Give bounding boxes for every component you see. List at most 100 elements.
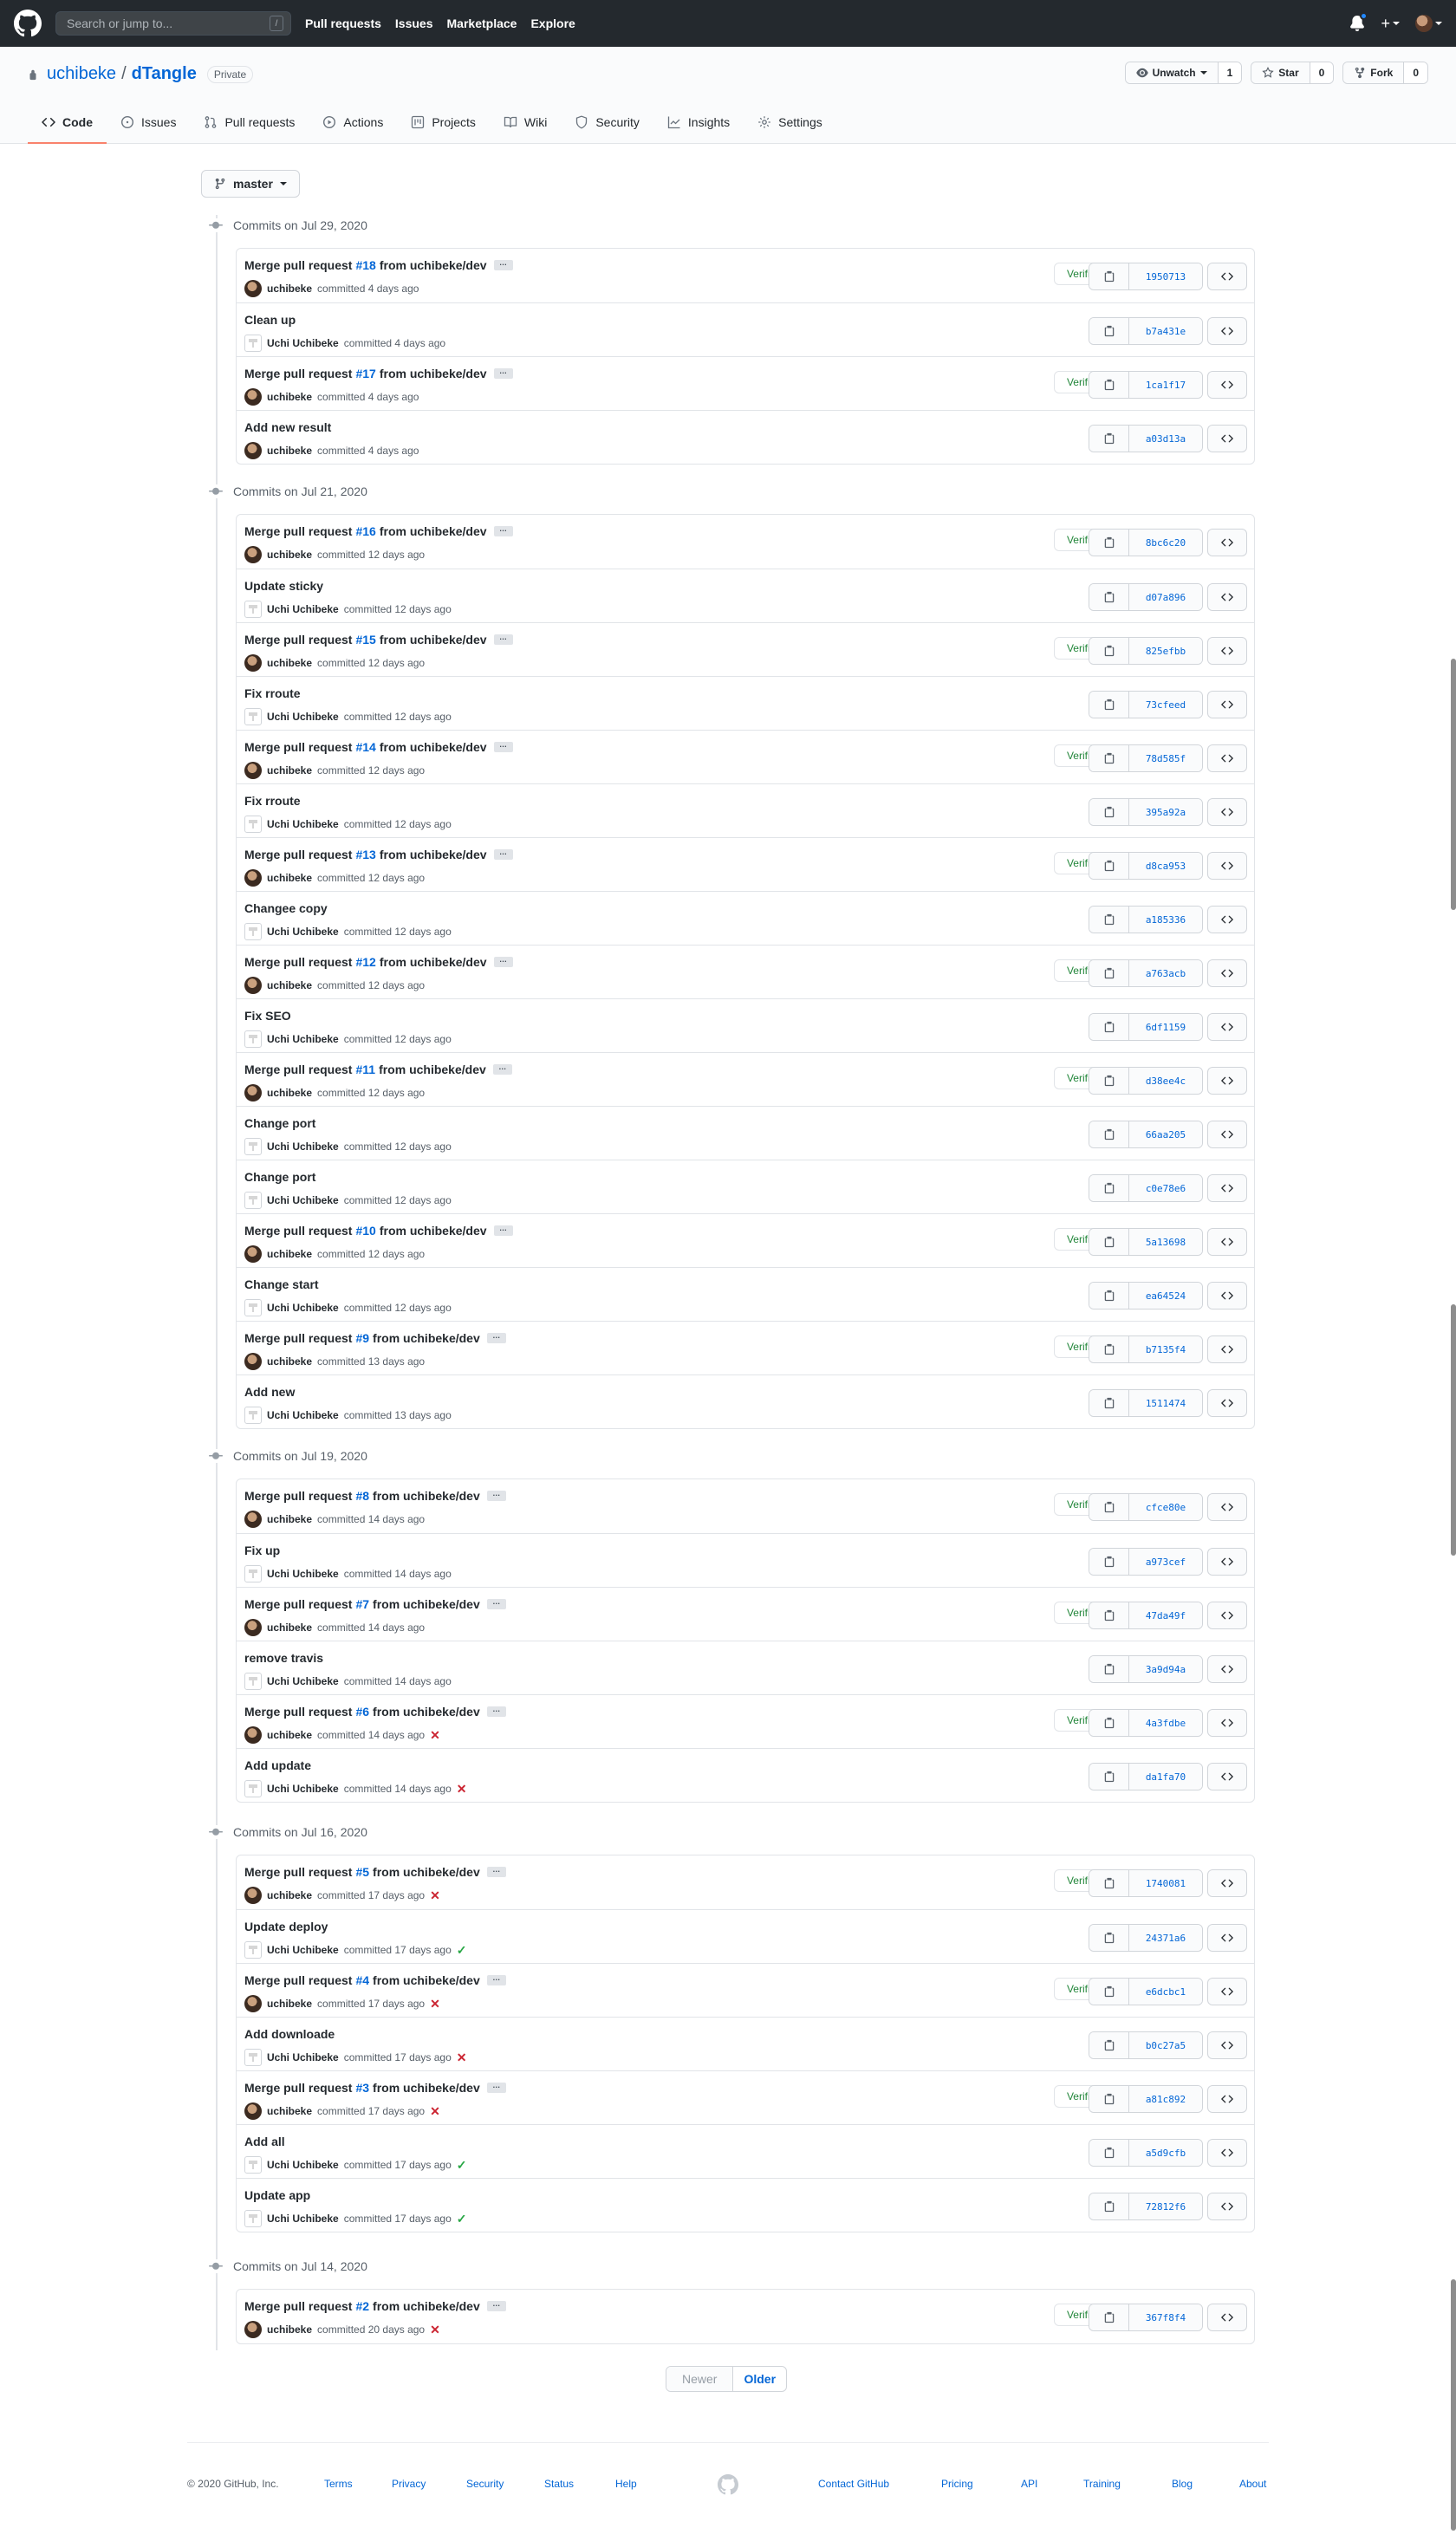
expand-message-button[interactable]: … — [493, 741, 513, 752]
commit-title[interactable]: Merge pull request #17 from uchibeke/dev… — [244, 367, 513, 380]
commit-message-suffix[interactable]: from uchibeke/dev — [380, 1224, 487, 1238]
browse-repo-button[interactable] — [1207, 691, 1247, 718]
commit-sha-link[interactable]: da1fa70 — [1129, 1764, 1202, 1790]
commit-sha-link[interactable]: a185336 — [1129, 907, 1202, 933]
status-fail-icon[interactable]: ✕ — [430, 1997, 440, 2011]
commit-author[interactable]: uchibeke — [267, 657, 312, 669]
commit-title[interactable]: Merge pull request #6 from uchibeke/dev… — [244, 1705, 506, 1719]
commit-author[interactable]: uchibeke — [267, 2105, 312, 2117]
commit-message[interactable]: Merge pull request — [244, 848, 352, 861]
commit-message[interactable]: Update deploy — [244, 1920, 328, 1933]
commit-sha-link[interactable]: 6df1159 — [1129, 1014, 1202, 1040]
commit-message[interactable]: Merge pull request — [244, 1224, 352, 1238]
commit-title[interactable]: Merge pull request #12 from uchibeke/dev… — [244, 955, 513, 969]
commit-sha-link[interactable]: 367f8f4 — [1129, 2304, 1202, 2330]
commit-sha-link[interactable]: 78d585f — [1129, 745, 1202, 771]
copy-sha-button[interactable] — [1089, 2140, 1129, 2166]
browse-repo-button[interactable] — [1207, 798, 1247, 826]
status-pass-icon[interactable]: ✓ — [457, 2212, 467, 2226]
commit-sha-link[interactable]: 72812f6 — [1129, 2193, 1202, 2219]
pull-request-link[interactable]: #15 — [355, 633, 375, 647]
copy-sha-button[interactable] — [1089, 1068, 1129, 1094]
avatar[interactable] — [244, 1084, 262, 1102]
avatar[interactable] — [244, 1030, 262, 1048]
tab-actions[interactable]: Actions — [309, 102, 397, 144]
copy-sha-button[interactable] — [1089, 1870, 1129, 1896]
create-new-dropdown[interactable]: + — [1381, 15, 1400, 33]
commit-message-suffix[interactable]: from uchibeke/dev — [380, 955, 487, 969]
browse-repo-button[interactable] — [1207, 1548, 1247, 1576]
commit-message[interactable]: Add new result — [244, 420, 331, 434]
commit-author[interactable]: Uchi Uchibeke — [267, 1141, 339, 1153]
commit-sha-link[interactable]: a03d13a — [1129, 426, 1202, 452]
footer-link-about[interactable]: About — [1239, 2478, 1266, 2490]
commit-message[interactable]: Change port — [244, 1170, 315, 1184]
browse-repo-button[interactable] — [1207, 371, 1247, 399]
avatar[interactable] — [244, 1619, 262, 1636]
scrollbar-thumb[interactable] — [1451, 659, 1456, 910]
browse-repo-button[interactable] — [1207, 1121, 1247, 1148]
browse-repo-button[interactable] — [1207, 1013, 1247, 1041]
pull-request-link[interactable]: #5 — [355, 1865, 369, 1879]
commit-author[interactable]: uchibeke — [267, 872, 312, 884]
status-fail-icon[interactable]: ✕ — [430, 2323, 440, 2337]
commit-title[interactable]: Change port — [244, 1170, 315, 1184]
commit-author[interactable]: uchibeke — [267, 445, 312, 457]
commit-sha-link[interactable]: d07a896 — [1129, 584, 1202, 610]
commit-author[interactable]: uchibeke — [267, 391, 312, 403]
commit-message-suffix[interactable]: from uchibeke/dev — [373, 1973, 480, 1987]
commit-author[interactable]: uchibeke — [267, 1621, 312, 1634]
commit-sha-link[interactable]: 8bc6c20 — [1129, 530, 1202, 556]
commit-message[interactable]: Merge pull request — [244, 367, 352, 380]
tab-security[interactable]: Security — [561, 102, 653, 144]
nav-pull-requests[interactable]: Pull requests — [305, 16, 381, 30]
commit-message[interactable]: Merge pull request — [244, 2081, 352, 2095]
commit-title[interactable]: Fix SEO — [244, 1009, 291, 1023]
pull-request-link[interactable]: #3 — [355, 2081, 369, 2095]
commit-message[interactable]: Merge pull request — [244, 740, 352, 754]
commit-message[interactable]: Merge pull request — [244, 1597, 352, 1611]
commit-title[interactable]: Change port — [244, 1116, 315, 1130]
avatar[interactable] — [244, 1299, 262, 1316]
browse-repo-button[interactable] — [1207, 906, 1247, 933]
avatar[interactable] — [244, 654, 262, 672]
expand-message-button[interactable]: … — [493, 956, 513, 967]
avatar[interactable] — [244, 1192, 262, 1209]
commit-title[interactable]: Merge pull request #18 from uchibeke/dev… — [244, 258, 513, 272]
commit-title[interactable]: Merge pull request #13 from uchibeke/dev… — [244, 848, 513, 861]
commit-message[interactable]: Fix rroute — [244, 794, 301, 808]
commit-author[interactable]: Uchi Uchibeke — [267, 926, 339, 938]
browse-repo-button[interactable] — [1207, 1493, 1247, 1521]
copy-sha-button[interactable] — [1089, 1549, 1129, 1575]
status-fail-icon[interactable]: ✕ — [430, 1728, 440, 1743]
watch-count[interactable]: 1 — [1218, 62, 1242, 83]
copy-sha-button[interactable] — [1089, 960, 1129, 986]
copy-sha-button[interactable] — [1089, 2193, 1129, 2219]
commit-message[interactable]: Fix SEO — [244, 1009, 291, 1023]
commit-sha-link[interactable]: a5d9cfb — [1129, 2140, 1202, 2166]
commit-sha-link[interactable]: c0e78e6 — [1129, 1175, 1202, 1201]
browse-repo-button[interactable] — [1207, 1228, 1247, 1256]
commit-sha-link[interactable]: a973cef — [1129, 1549, 1202, 1575]
avatar[interactable] — [244, 1565, 262, 1582]
commit-author[interactable]: uchibeke — [267, 283, 312, 295]
commit-author[interactable]: Uchi Uchibeke — [267, 337, 339, 349]
footer-link-privacy[interactable]: Privacy — [392, 2478, 426, 2490]
expand-message-button[interactable]: … — [486, 1866, 506, 1877]
avatar[interactable] — [244, 601, 262, 618]
browse-repo-button[interactable] — [1207, 583, 1247, 611]
github-logo-icon[interactable] — [14, 10, 42, 37]
pull-request-link[interactable]: #11 — [355, 1063, 375, 1076]
commit-sha-link[interactable]: 47da49f — [1129, 1602, 1202, 1628]
nav-marketplace[interactable]: Marketplace — [447, 16, 517, 30]
commit-title[interactable]: Update deploy — [244, 1920, 328, 1933]
expand-message-button[interactable]: … — [486, 1598, 506, 1609]
copy-sha-button[interactable] — [1089, 1602, 1129, 1628]
avatar[interactable] — [244, 2210, 262, 2227]
browse-repo-button[interactable] — [1207, 744, 1247, 772]
unwatch-button[interactable]: Unwatch — [1125, 62, 1219, 83]
avatar[interactable] — [244, 1995, 262, 2012]
status-fail-icon[interactable]: ✕ — [430, 2104, 440, 2119]
browse-repo-button[interactable] — [1207, 1924, 1247, 1952]
star-button[interactable]: Star — [1251, 62, 1310, 83]
